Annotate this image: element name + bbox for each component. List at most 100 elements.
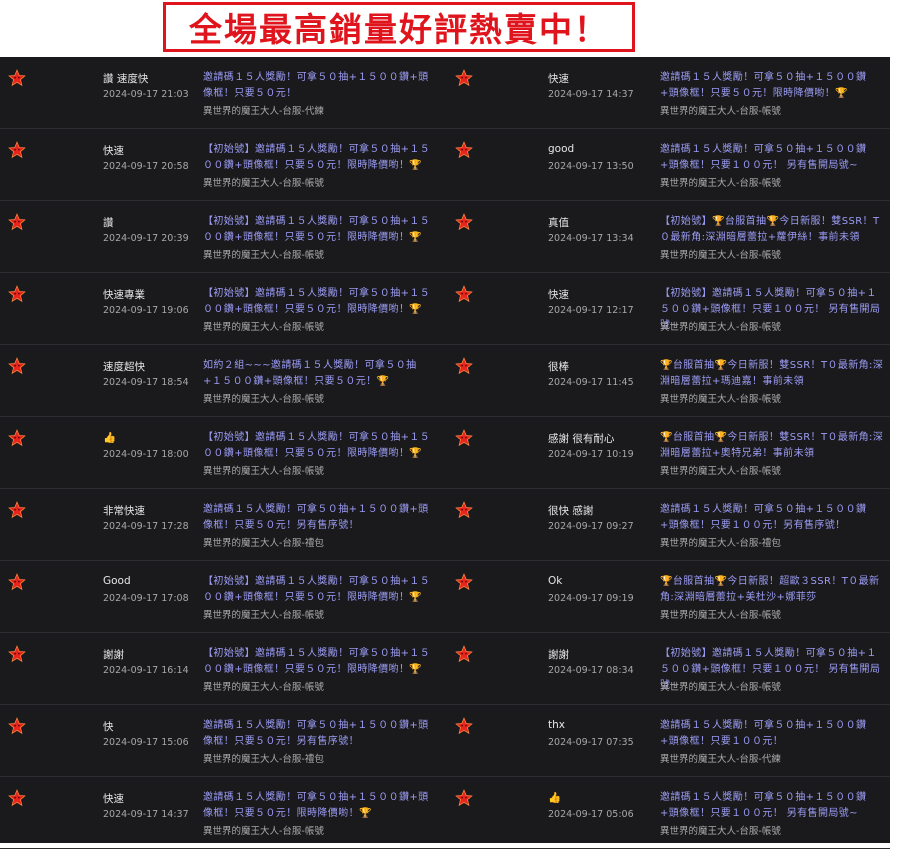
product-title: 邀請碼１５人獎勵！可拿５０抽+１５００鑽+頭像框！只要１００元！ 另有售開局號~ — [660, 144, 867, 171]
review-message: Ok — [548, 575, 563, 587]
review-date: 2024-09-17 17:08 — [103, 593, 189, 604]
product-category: 異世界的魔王大人-台服-帳號 — [660, 322, 781, 333]
review-date: 2024-09-17 14:37 — [103, 809, 189, 820]
review-date: 2024-09-17 18:00 — [103, 449, 189, 460]
review-row: thx 2024-09-17 07:35 邀請碼１５人獎勵！可拿５０抽+１５００鑽+… — [445, 705, 890, 777]
red-star-rating-icon — [8, 429, 26, 447]
review-row: 感謝 很有耐心 2024-09-17 10:19 🏆台服首抽🏆今日新服！雙SSR！T… — [445, 417, 890, 489]
product-category: 異世界的魔王大人-台服-帳號 — [660, 682, 781, 693]
review-row: 快 2024-09-17 15:06 邀請碼１５人獎勵！可拿５０抽+１５００鑽+頭像… — [0, 705, 445, 777]
review-row: Ok 2024-09-17 09:19 🏆台服首抽🏆今日新服！超歐３SSR！T０最新… — [445, 561, 890, 633]
review-date: 2024-09-17 07:35 — [548, 737, 634, 748]
red-star-rating-icon — [8, 717, 26, 735]
product-title: 🏆台服首抽🏆今日新服！超歐３SSR！T０最新角:深淵暗層蕾拉+美杜沙+娜菲莎 — [660, 576, 880, 603]
red-star-rating-icon — [8, 213, 26, 231]
product-category: 異世界的魔王大人-台服-帳號 — [203, 610, 324, 621]
product-title: 🏆台服首抽🏆今日新服！雙SSR！T０最新角:深淵暗層蕾拉+瑪迪嘉！事前未領 — [660, 360, 884, 387]
product-title: 邀請碼１５人獎勵！可拿５０抽+１５００鑽+頭像框！只要５０元！另有售序號！ — [203, 720, 429, 747]
product-title: 【初始號】邀請碼１５人獎勵！可拿５０抽+１５００鑽+頭像框！只要５０元！限時降價… — [203, 288, 431, 315]
review-message: 很棒 — [548, 361, 569, 373]
review-message: 快 — [103, 721, 114, 733]
review-date: 2024-09-17 09:27 — [548, 521, 634, 532]
review-row: good 2024-09-17 13:50 邀請碼１５人獎勵！可拿５０抽+１５００鑽… — [445, 129, 890, 201]
review-row: 很快 感謝 2024-09-17 09:27 邀請碼１５人獎勵！可拿５０抽+１５００… — [445, 489, 890, 561]
review-row: 速度超快 2024-09-17 18:54 如約２組~~~邀請碼１５人獎勵！可拿５０… — [0, 345, 445, 417]
review-message: 快速 — [103, 145, 124, 157]
review-row: 謝謝 2024-09-17 08:34 【初始號】邀請碼１５人獎勵！可拿５０抽+１５… — [445, 633, 890, 705]
product-category: 異世界的魔王大人-台服-代練 — [660, 754, 781, 765]
red-star-rating-icon — [8, 285, 26, 303]
red-star-rating-icon — [455, 285, 473, 303]
review-message: 真值 — [548, 217, 569, 229]
review-row: 快速 2024-09-17 12:17 【初始號】邀請碼１５人獎勵！可拿５０抽+１５… — [445, 273, 890, 345]
review-message: thx — [548, 719, 565, 731]
review-message: 快速專業 — [103, 289, 145, 301]
product-title: 邀請碼１５人獎勵！可拿５０抽+１５００鑽+頭像框！只要１００元！ 另有售開局號~ — [660, 792, 867, 819]
review-row: 快速 2024-09-17 14:37 邀請碼１５人獎勵！可拿５０抽+１５００鑽+頭… — [0, 777, 445, 849]
red-star-rating-icon — [8, 573, 26, 591]
review-date: 2024-09-17 12:17 — [548, 305, 634, 316]
review-message: 快速 — [103, 793, 124, 805]
product-category: 異世界的魔王大人-台服-帳號 — [203, 178, 324, 189]
product-category: 異世界的魔王大人-台服-帳號 — [203, 682, 324, 693]
review-row: 快速 2024-09-17 20:58 【初始號】邀請碼１５人獎勵！可拿５０抽+１５… — [0, 129, 445, 201]
product-category: 異世界的魔王大人-台服-帳號 — [660, 106, 781, 117]
red-star-rating-icon — [455, 645, 473, 663]
review-row: 👍 2024-09-17 05:06 邀請碼１５人獎勵！可拿５０抽+１５００鑽+頭像… — [445, 777, 890, 849]
product-title: 【初始號】邀請碼１５人獎勵！可拿５０抽+１５００鑽+頭像框！只要５０元！限時降價… — [203, 432, 431, 459]
red-star-rating-icon — [8, 501, 26, 519]
product-category: 異世界的魔王大人-台服-帳號 — [660, 178, 781, 189]
review-message: 讚 速度快 — [103, 73, 149, 85]
review-row: 非常快速 2024-09-17 17:28 邀請碼１５人獎勵！可拿５０抽+１５００鑽… — [0, 489, 445, 561]
review-row: 讚 2024-09-17 20:39 【初始號】邀請碼１５人獎勵！可拿５０抽+１５０… — [0, 201, 445, 273]
review-date: 2024-09-17 18:54 — [103, 377, 189, 388]
product-category: 異世界的魔王大人-台服-帳號 — [203, 466, 324, 477]
red-star-rating-icon — [455, 501, 473, 519]
review-message: 謝謝 — [548, 649, 569, 661]
review-message: 謝謝 — [103, 649, 124, 661]
product-title: 【初始號】邀請碼１５人獎勵！可拿５０抽+１５００鑽+頭像框！只要５０元！限時降價… — [203, 216, 431, 243]
review-row: 很棒 2024-09-17 11:45 🏆台服首抽🏆今日新服！雙SSR！T０最新角:… — [445, 345, 890, 417]
red-star-rating-icon — [455, 429, 473, 447]
product-category: 異世界的魔王大人-台服-禮包 — [203, 754, 324, 765]
review-message: 快速 — [548, 73, 569, 85]
product-category: 異世界的魔王大人-台服-帳號 — [203, 826, 324, 837]
product-title: 邀請碼１５人獎勵！可拿５０抽+１５００鑽+頭像框！只要５０元！限時降價喲！🏆 — [203, 792, 429, 819]
review-message: Good — [103, 575, 131, 587]
review-date: 2024-09-17 15:06 — [103, 737, 189, 748]
red-star-rating-icon — [455, 141, 473, 159]
review-date: 2024-09-17 14:37 — [548, 89, 634, 100]
review-row: 👍 2024-09-17 18:00 【初始號】邀請碼１５人獎勵！可拿５０抽+１５０… — [0, 417, 445, 489]
product-title: 邀請碼１５人獎勵！可拿５０抽+１５００鑽+頭像框！只要１００元！另有售序號！ — [660, 504, 867, 531]
review-row: 快速 2024-09-17 14:37 邀請碼１５人獎勵！可拿５０抽+１５００鑽+頭… — [445, 57, 890, 129]
product-title: 【初始號】邀請碼１５人獎勵！可拿５０抽+１５００鑽+頭像框！只要５０元！限時降價… — [203, 648, 431, 675]
red-star-rating-icon — [8, 645, 26, 663]
review-date: 2024-09-17 20:58 — [103, 161, 189, 172]
product-category: 異世界的魔王大人-台服-帳號 — [203, 394, 324, 405]
product-category: 異世界的魔王大人-台服-代練 — [203, 106, 324, 117]
review-date: 2024-09-17 09:19 — [548, 593, 634, 604]
review-date: 2024-09-17 11:45 — [548, 377, 634, 388]
review-message: 非常快速 — [103, 505, 145, 517]
review-message: 👍 — [548, 792, 562, 804]
review-message: 快速 — [548, 289, 569, 301]
review-date: 2024-09-17 13:50 — [548, 161, 634, 172]
product-title: 【初始號】邀請碼１５人獎勵！可拿５０抽+１５００鑽+頭像框！只要５０元！限時降價… — [203, 576, 431, 603]
review-date: 2024-09-17 08:34 — [548, 665, 634, 676]
review-date: 2024-09-17 10:19 — [548, 449, 634, 460]
review-message: 讚 — [103, 217, 114, 229]
red-star-rating-icon — [8, 141, 26, 159]
product-category: 異世界的魔王大人-台服-禮包 — [203, 538, 324, 549]
product-title: 邀請碼１５人獎勵！可拿５０抽+１５００鑽+頭像框！只要５０元！另有售序號！ — [203, 504, 429, 531]
product-title: 如約２組~~~邀請碼１５人獎勵！可拿５０抽+１５００鑽+頭像框！只要５０元！🏆 — [203, 360, 417, 387]
review-message: good — [548, 143, 575, 155]
product-category: 異世界的魔王大人-台服-帳號 — [660, 466, 781, 477]
red-star-rating-icon — [455, 573, 473, 591]
review-date: 2024-09-17 13:34 — [548, 233, 634, 244]
product-category: 異世界的魔王大人-台服-帳號 — [660, 250, 781, 261]
review-date: 2024-09-17 16:14 — [103, 665, 189, 676]
red-star-rating-icon — [455, 789, 473, 807]
review-row: 謝謝 2024-09-17 16:14 【初始號】邀請碼１５人獎勵！可拿５０抽+１５… — [0, 633, 445, 705]
review-row: 真值 2024-09-17 13:34 【初始號】🏆台服首抽🏆今日新服！雙SSR！T… — [445, 201, 890, 273]
review-date: 2024-09-17 05:06 — [548, 809, 634, 820]
